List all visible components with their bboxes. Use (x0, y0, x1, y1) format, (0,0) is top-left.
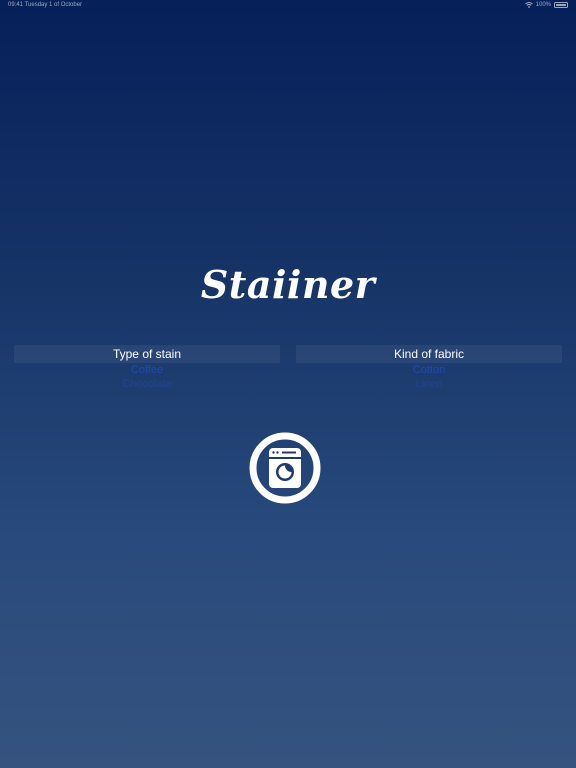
app-title: Staiiner (200, 262, 376, 307)
washing-machine-icon (249, 432, 321, 504)
status-indicators: 100% (524, 2, 568, 8)
stain-option-coffee[interactable]: Coffee (14, 363, 280, 377)
wifi-icon (524, 2, 533, 8)
stain-type-picker[interactable]: Type of stain Coffee Chocolate (14, 345, 280, 391)
battery-percentage: 100% (535, 2, 551, 8)
fabric-kind-picker[interactable]: Kind of fabric Cotton Linen (296, 345, 562, 391)
status-time-date: 09:41 Tuesday 1 of October (8, 2, 83, 8)
wash-button[interactable] (249, 432, 321, 504)
fabric-option-cotton[interactable]: Cotton (296, 363, 562, 377)
fabric-option-linen[interactable]: Linen (296, 377, 562, 391)
battery-icon (554, 2, 568, 8)
fabric-picker-header: Kind of fabric (296, 345, 562, 363)
stain-picker-header: Type of stain (14, 345, 280, 363)
status-bar: 09:41 Tuesday 1 of October 100% (0, 0, 576, 12)
stain-option-chocolate[interactable]: Chocolate (14, 377, 280, 391)
